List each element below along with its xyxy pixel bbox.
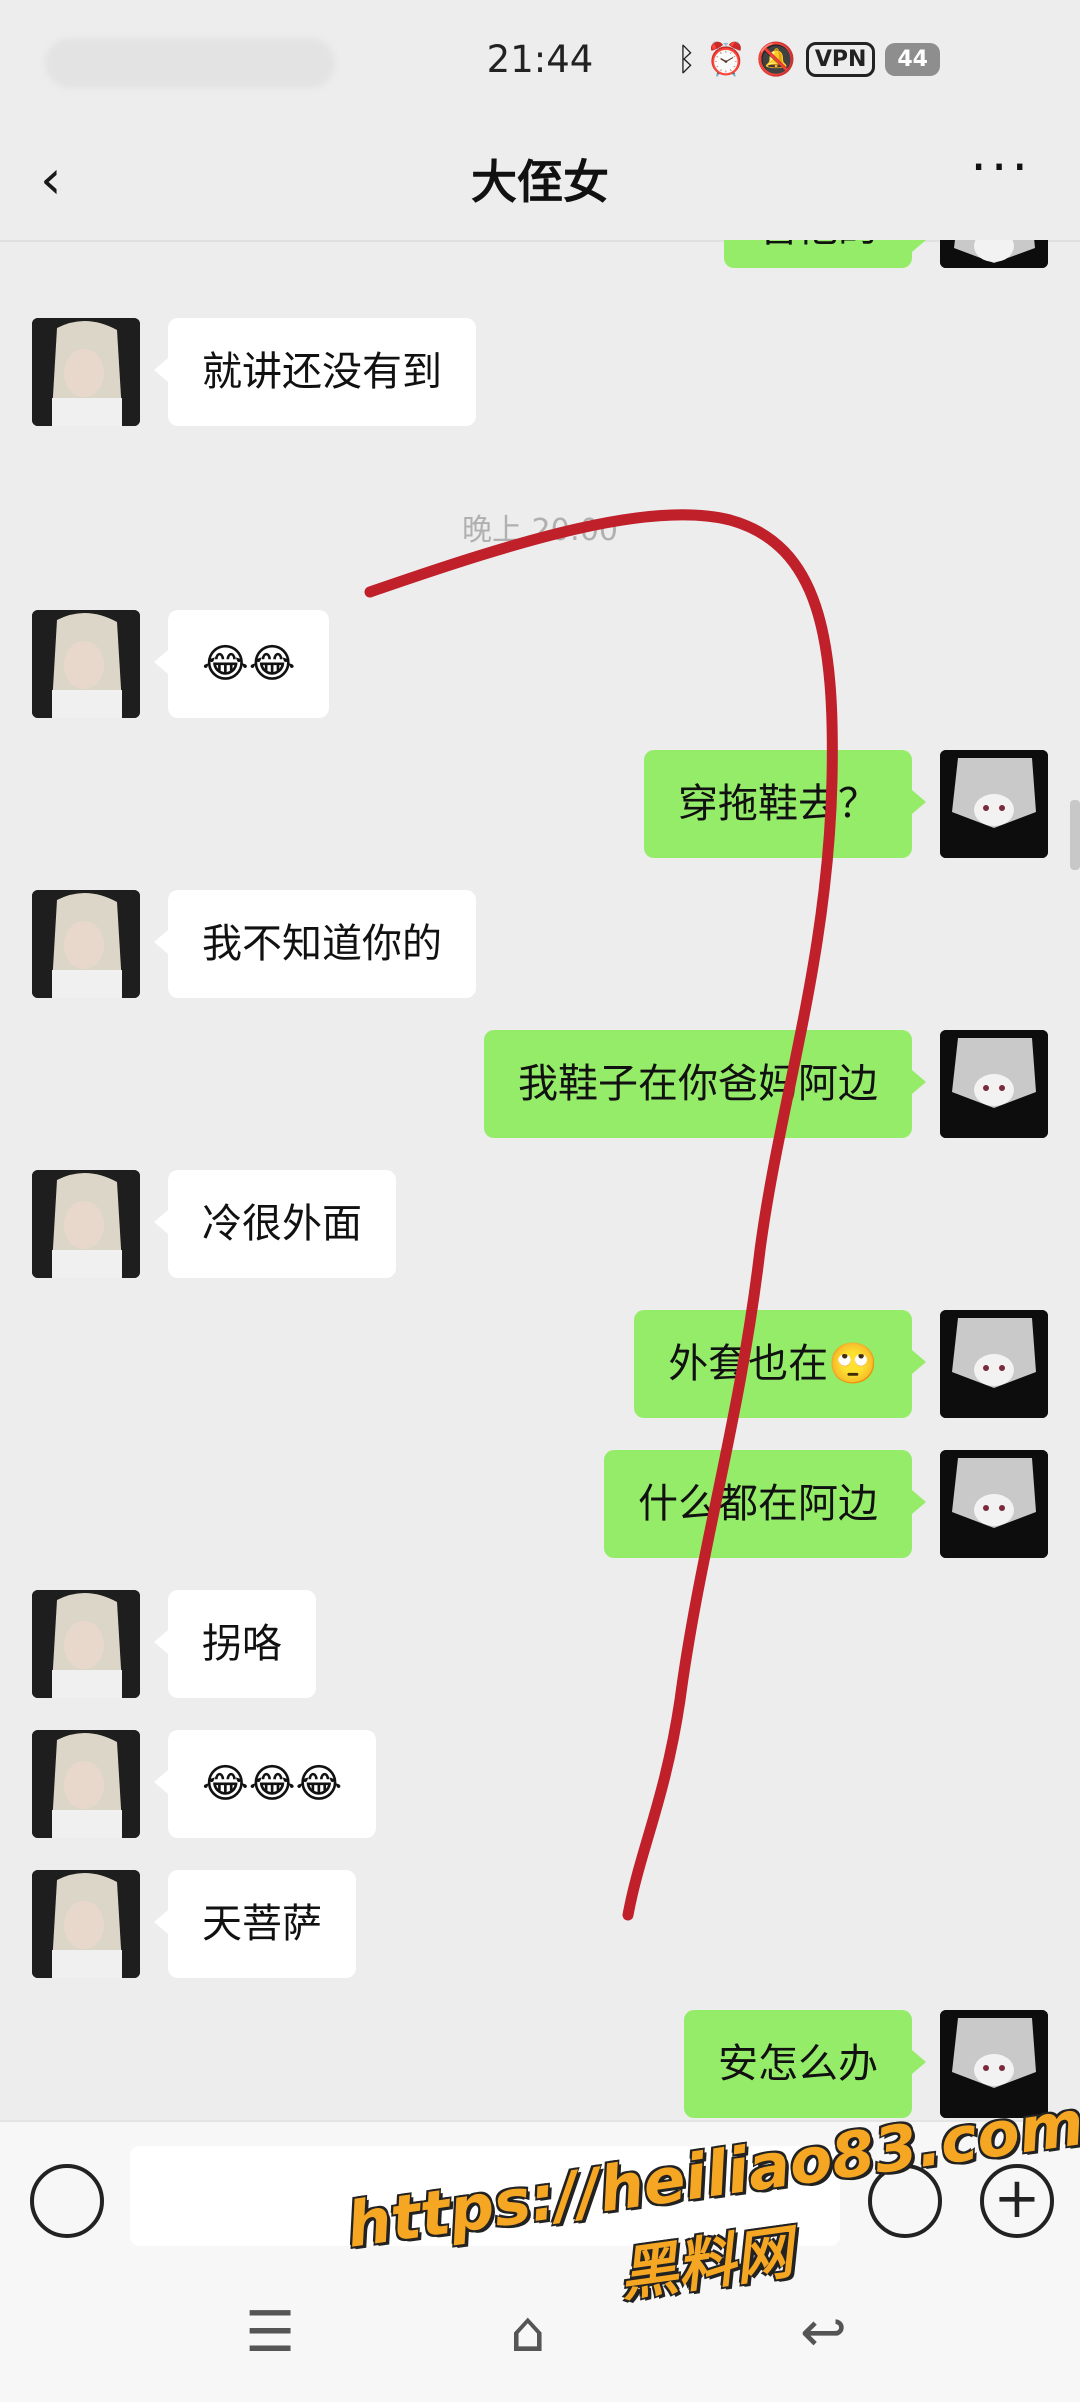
contact-avatar-icon: [32, 1870, 140, 1978]
menu-icon[interactable]: ☰: [245, 2300, 295, 2365]
contact-avatar-icon: [32, 318, 140, 426]
message-bubble-other[interactable]: 我不知道你的: [154, 890, 476, 998]
contact-avatar[interactable]: [32, 1870, 140, 1978]
self-avatar-icon: [940, 1310, 1048, 1418]
more-options-button[interactable]: ···: [970, 138, 1032, 198]
contact-avatar-icon: [32, 890, 140, 998]
status-bar: 21:44 ᛒ ⏰ 🔕 VPN 44: [0, 0, 1080, 120]
self-avatar[interactable]: [940, 1030, 1048, 1138]
self-avatar[interactable]: [940, 1450, 1048, 1558]
alarm-icon: ⏰: [706, 40, 746, 78]
contact-avatar[interactable]: [32, 610, 140, 718]
contact-avatar[interactable]: [32, 1730, 140, 1838]
self-avatar-icon: [940, 1450, 1048, 1558]
contact-avatar[interactable]: [32, 1170, 140, 1278]
voice-input-button[interactable]: [30, 2164, 104, 2238]
mute-icon: 🔕: [755, 40, 796, 78]
vpn-badge: VPN: [805, 41, 876, 77]
message-bubble-other[interactable]: 😂😂😂: [153, 1730, 377, 1838]
self-avatar[interactable]: [940, 240, 1048, 268]
contact-avatar-icon: [32, 1590, 140, 1698]
contact-avatar-icon: [32, 1730, 140, 1838]
message-bubble-self[interactable]: 管他的: [724, 240, 926, 268]
message-bubble-self[interactable]: 我鞋子在你爸妈阿边: [484, 1030, 926, 1138]
message-bubble-self[interactable]: 安怎么办: [684, 2010, 926, 2118]
message-timestamp: 晚上 20:00: [462, 513, 618, 548]
contact-avatar-icon: [32, 610, 140, 718]
contact-avatar[interactable]: [32, 890, 140, 998]
message-bubble-other[interactable]: 天菩萨: [154, 1870, 356, 1978]
chat-header: ‹ 大侄女 ···: [0, 120, 1080, 242]
bluetooth-icon: ᛒ: [676, 40, 697, 78]
message-bubble-self[interactable]: 外套也在🙄: [634, 1310, 926, 1418]
self-avatar-icon: [940, 1030, 1048, 1138]
self-avatar[interactable]: [940, 1310, 1048, 1418]
contact-avatar[interactable]: [32, 318, 140, 426]
chat-message-list[interactable]: 管他的 就讲还没有到 晚上 20:00 😂😂 穿拖鞋去？ 我不知道你的 我鞋子在…: [0, 240, 1080, 2120]
chat-title: 大侄女: [471, 155, 609, 209]
status-icons: ᛒ ⏰ 🔕 VPN 44: [677, 40, 940, 78]
contact-avatar[interactable]: [32, 1590, 140, 1698]
contact-avatar-icon: [32, 1170, 140, 1278]
scroll-indicator[interactable]: [1070, 800, 1080, 870]
message-bubble-self[interactable]: 穿拖鞋去？: [644, 750, 926, 858]
message-bubble-other[interactable]: 冷很外面: [154, 1170, 396, 1278]
message-bubble-other[interactable]: 😂😂: [153, 610, 330, 718]
message-bubble-other[interactable]: 拐咯: [154, 1590, 316, 1698]
self-avatar-icon: [940, 240, 1048, 268]
back-nav-icon[interactable]: ↩: [800, 2300, 847, 2365]
self-avatar[interactable]: [940, 750, 1048, 858]
battery-indicator: 44: [885, 42, 940, 76]
self-avatar-icon: [940, 750, 1048, 858]
message-bubble-self[interactable]: 什么都在阿边: [604, 1450, 926, 1558]
message-bubble-other[interactable]: 就讲还没有到: [154, 318, 476, 426]
